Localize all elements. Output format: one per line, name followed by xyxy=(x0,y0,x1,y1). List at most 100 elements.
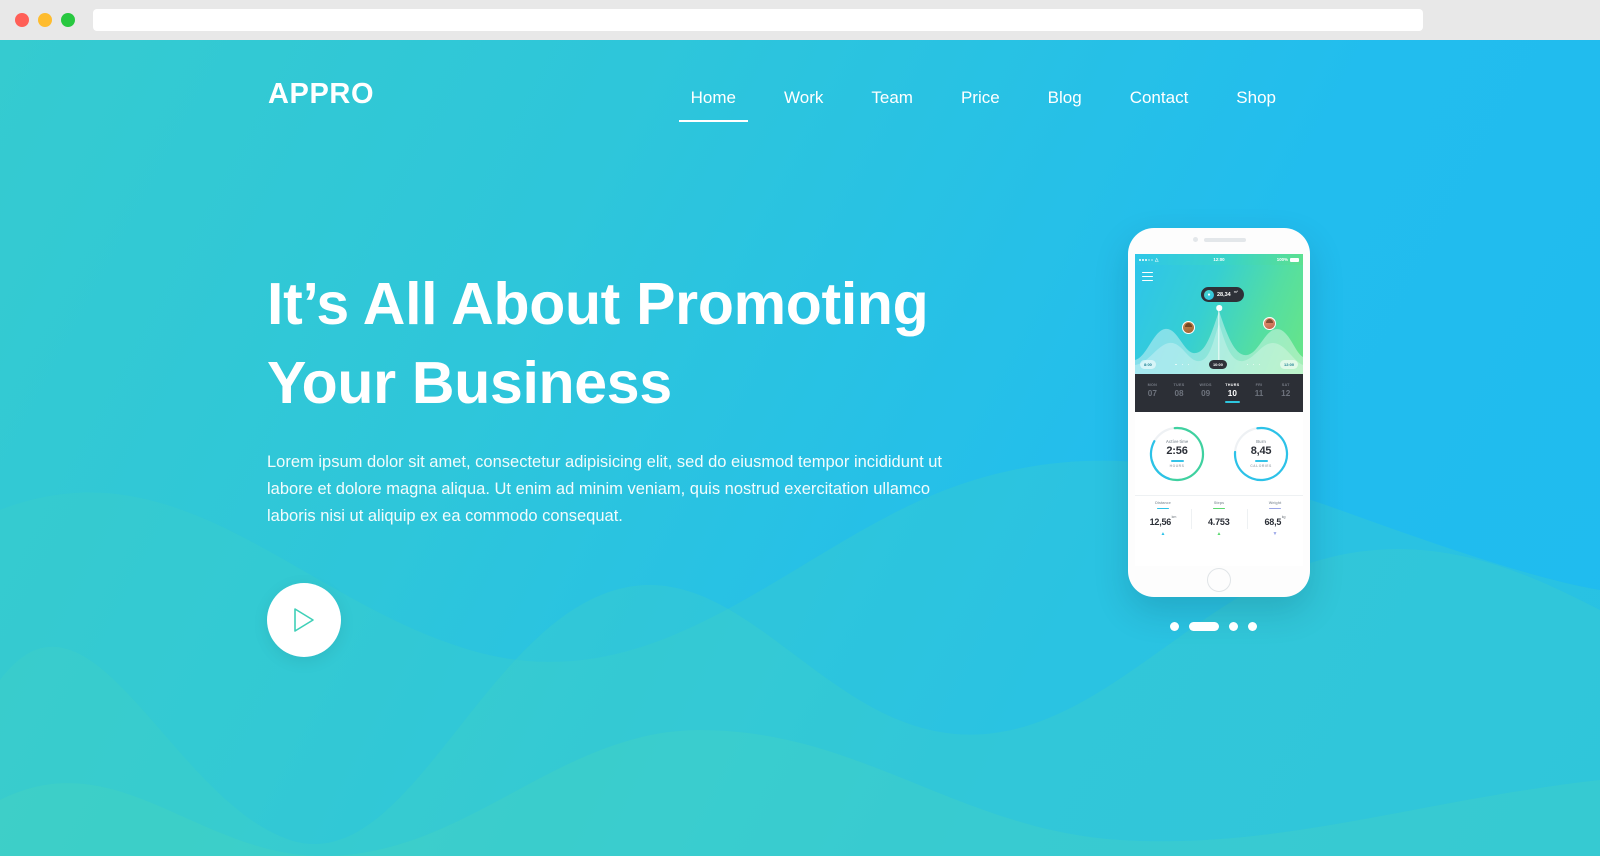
status-battery: 100% xyxy=(1225,257,1300,262)
stat-value-row: 12,56km xyxy=(1135,512,1191,530)
stat-divider xyxy=(1157,507,1169,510)
day-number: 09 xyxy=(1201,389,1211,398)
play-video-button[interactable] xyxy=(267,583,341,657)
day-item-sat[interactable]: SAT 12 xyxy=(1272,383,1299,403)
phone-earpiece xyxy=(1128,237,1310,242)
gauge-ring-icon xyxy=(1233,426,1289,481)
chart-tick-dots xyxy=(1175,363,1190,366)
tooltip-unit: m² xyxy=(1233,290,1238,294)
day-item-thurs[interactable]: THURS 10 xyxy=(1219,383,1246,403)
stat-value: 12,56 xyxy=(1149,516,1172,527)
trend-down-icon: ▼ xyxy=(1272,530,1278,537)
stat-value: 68,5 xyxy=(1264,516,1282,527)
stat-steps: Steps 4.753 ▲ xyxy=(1191,501,1247,536)
home-button[interactable] xyxy=(1207,568,1231,592)
day-item-mon[interactable]: MON 07 xyxy=(1139,383,1166,403)
stat-value-row: 68,5kg xyxy=(1247,512,1303,530)
nav-item-work[interactable]: Work xyxy=(760,80,847,130)
status-time: 12:00 xyxy=(1213,257,1225,262)
browser-chrome-bar xyxy=(0,0,1600,40)
phone-screen: △ 12:00 100% ● 28,34 m² 8:00 10:00 12:00… xyxy=(1135,254,1303,566)
nav-item-home[interactable]: Home xyxy=(667,80,760,130)
minimize-window-button[interactable] xyxy=(38,13,52,27)
day-item-tues[interactable]: TUES 08 xyxy=(1166,383,1193,403)
close-window-button[interactable] xyxy=(15,13,29,27)
nav-links: Home Work Team Price Blog Contact Shop xyxy=(667,80,1300,130)
day-name: SAT xyxy=(1281,383,1290,387)
carousel-dot-3[interactable] xyxy=(1229,622,1238,631)
chart-peak-line xyxy=(1218,308,1220,360)
day-number: 08 xyxy=(1174,389,1184,398)
status-signal: △ xyxy=(1139,257,1213,263)
day-name: FRI xyxy=(1255,383,1263,387)
stat-label: Weight xyxy=(1268,501,1282,506)
chart-tooltip: ● 28,34 m² xyxy=(1200,287,1244,302)
day-name: WEDS xyxy=(1199,383,1212,387)
stat-weight: Weight 68,5kg ▼ xyxy=(1247,501,1303,536)
signal-icon xyxy=(1139,258,1153,261)
nav-item-price[interactable]: Price xyxy=(937,80,1024,130)
day-selector: MON 07 TUES 08 WEDS 09 THURS 10 FRI 11 S… xyxy=(1135,374,1303,412)
gauge-active-time: Active time 2:56 HOURS xyxy=(1146,423,1208,485)
traffic-lights xyxy=(15,13,75,27)
avatar-marker-1[interactable] xyxy=(1182,321,1195,334)
stats-row: Distance 12,56km ▲ Steps 4.753 ▲ Weight … xyxy=(1135,496,1303,542)
battery-icon xyxy=(1290,257,1300,262)
carousel-dot-2[interactable] xyxy=(1189,622,1219,631)
carousel-dot-1[interactable] xyxy=(1170,622,1179,631)
trend-up-icon: ▲ xyxy=(1216,530,1222,537)
day-number: 10 xyxy=(1227,389,1237,398)
day-number: 12 xyxy=(1281,389,1291,398)
stat-value-row: 4.753 xyxy=(1191,512,1247,530)
time-pill-12[interactable]: 12:00 xyxy=(1280,360,1298,369)
nav-item-contact[interactable]: Contact xyxy=(1106,80,1213,130)
phone-status-bar: △ 12:00 100% xyxy=(1135,254,1303,265)
maximize-window-button[interactable] xyxy=(61,13,75,27)
address-bar[interactable] xyxy=(93,9,1423,31)
browser-window: APPRO Home Work Team Price Blog Contact … xyxy=(0,0,1600,856)
page-title: It’s All About Promoting Your Business xyxy=(267,265,957,423)
stat-label: Distance xyxy=(1155,501,1171,506)
site-logo[interactable]: APPRO xyxy=(268,78,374,111)
avatar-marker-2[interactable] xyxy=(1263,317,1276,330)
avatar-hair xyxy=(1185,323,1192,327)
nav-item-team[interactable]: Team xyxy=(847,80,937,130)
headline-line-1: It’s All About Promoting xyxy=(267,271,929,337)
hero-section: APPRO Home Work Team Price Blog Contact … xyxy=(0,40,1600,856)
trend-up-icon: ▲ xyxy=(1160,530,1166,537)
hero-subtext: Lorem ipsum dolor sit amet, consectetur … xyxy=(267,453,943,525)
gauge-burn: Burn 8,45 CALORIES xyxy=(1230,423,1292,485)
carousel-dot-4[interactable] xyxy=(1248,622,1257,631)
time-pill-10[interactable]: 10:00 xyxy=(1208,360,1227,369)
day-name: MON xyxy=(1147,383,1158,387)
phone-mockup: △ 12:00 100% ● 28,34 m² 8:00 10:00 12:00… xyxy=(1128,228,1310,597)
day-name: THURS xyxy=(1225,383,1240,387)
nav-item-shop[interactable]: Shop xyxy=(1212,80,1300,130)
nav-item-blog[interactable]: Blog xyxy=(1024,80,1106,130)
carousel-indicators xyxy=(1170,622,1257,631)
speed-icon: ● xyxy=(1203,289,1214,300)
tooltip-value: 28,34 xyxy=(1216,291,1231,298)
stat-unit: kg xyxy=(1281,515,1286,520)
day-item-weds[interactable]: WEDS 09 xyxy=(1192,383,1219,403)
headline-line-2: Your Business xyxy=(267,350,672,416)
stat-value: 4.753 xyxy=(1207,516,1230,527)
navbar: APPRO Home Work Team Price Blog Contact … xyxy=(0,40,1600,145)
day-number: 11 xyxy=(1254,389,1264,398)
front-camera-icon xyxy=(1192,237,1198,242)
day-name: TUES xyxy=(1173,383,1185,387)
chart-tick-dots xyxy=(1246,363,1261,366)
chart-time-pills: 8:00 10:00 12:00 xyxy=(1135,360,1303,369)
gauge-row: Active time 2:56 HOURS Burn 8,45 CALORIE… xyxy=(1135,412,1303,496)
hero-copy: It’s All About Promoting Your Business L… xyxy=(267,265,957,657)
gauge-ring-icon xyxy=(1149,426,1205,481)
day-item-fri[interactable]: FRI 11 xyxy=(1246,383,1273,403)
stat-unit: km xyxy=(1171,515,1177,520)
stat-distance: Distance 12,56km ▲ xyxy=(1135,501,1191,536)
hamburger-icon[interactable] xyxy=(1142,272,1153,283)
battery-label: 100% xyxy=(1276,257,1289,262)
avatar-hair xyxy=(1266,319,1273,323)
speaker-grille xyxy=(1203,237,1246,242)
time-pill-8[interactable]: 8:00 xyxy=(1140,360,1156,369)
activity-chart: ● 28,34 m² 8:00 10:00 12:00 xyxy=(1135,265,1303,374)
